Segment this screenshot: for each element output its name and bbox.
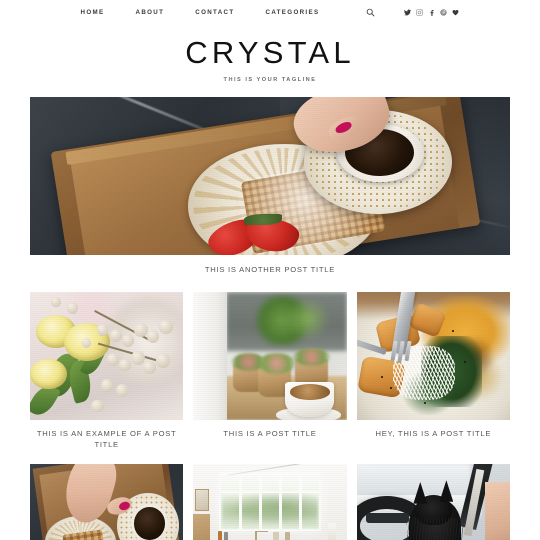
site-header: CRYSTAL THIS IS YOUR TAGLINE bbox=[0, 22, 540, 84]
facebook-icon[interactable] bbox=[428, 9, 435, 16]
sesame-seed bbox=[463, 361, 466, 363]
hero-post-image[interactable] bbox=[30, 97, 510, 255]
nav-link-categories[interactable]: CATEGORIES bbox=[266, 8, 320, 18]
latte-surface bbox=[289, 384, 330, 400]
cork-board bbox=[193, 514, 211, 540]
counter-item-1 bbox=[217, 530, 223, 540]
post-card-1[interactable]: THIS IS AN EXAMPLE OF A POST TITLE bbox=[30, 292, 184, 450]
post-4-image[interactable] bbox=[30, 464, 184, 540]
post-card-3[interactable]: HEY, THIS IS A POST TITLE bbox=[356, 292, 510, 450]
sesame-seed bbox=[451, 330, 454, 333]
framed-picture bbox=[194, 489, 209, 511]
pussy-willow-catkins bbox=[30, 292, 183, 420]
post-1-image[interactable] bbox=[30, 292, 184, 420]
counter-item-3 bbox=[273, 532, 280, 540]
top-navigation-bar: HOME ABOUT CONTACT CATEGORIES bbox=[0, 0, 540, 22]
social-links bbox=[404, 9, 459, 16]
bloglovin-icon[interactable] bbox=[452, 9, 459, 16]
hero-post-title[interactable]: THIS IS ANOTHER POST TITLE bbox=[30, 264, 510, 275]
post-card-4[interactable] bbox=[30, 464, 184, 540]
search-icon[interactable] bbox=[364, 7, 376, 19]
blog-page: HOME ABOUT CONTACT CATEGORIES CRYSTAL TH… bbox=[0, 0, 540, 540]
post-card-2[interactable]: THIS IS A POST TITLE bbox=[193, 292, 347, 450]
twitter-icon[interactable] bbox=[404, 9, 412, 16]
nav-link-about[interactable]: ABOUT bbox=[136, 8, 165, 18]
nav-link-home[interactable]: HOME bbox=[81, 8, 105, 18]
post-card-6[interactable] bbox=[356, 464, 510, 540]
post-5-image[interactable] bbox=[193, 464, 347, 540]
black-coffee bbox=[134, 507, 165, 540]
sheer-curtain bbox=[193, 292, 228, 420]
post-2-image[interactable] bbox=[193, 292, 347, 420]
steering-wheel-spoke bbox=[365, 512, 409, 524]
succulent-3 bbox=[292, 348, 330, 367]
person-arm bbox=[485, 482, 510, 540]
site-title[interactable]: CRYSTAL bbox=[0, 36, 540, 70]
nav-link-contact[interactable]: CONTACT bbox=[195, 8, 234, 18]
post-2-title[interactable]: THIS IS A POST TITLE bbox=[193, 428, 346, 439]
pinterest-icon[interactable] bbox=[440, 9, 448, 16]
post-1-title[interactable]: THIS IS AN EXAMPLE OF A POST TITLE bbox=[30, 428, 183, 450]
post-3-title[interactable]: HEY, THIS IS A POST TITLE bbox=[357, 428, 510, 439]
primary-menu: HOME ABOUT CONTACT CATEGORIES bbox=[81, 8, 320, 18]
succulent-2 bbox=[257, 353, 295, 374]
post-6-image[interactable] bbox=[356, 464, 510, 540]
window-frame bbox=[218, 471, 322, 531]
sesame-seed bbox=[424, 402, 426, 404]
counter-item-4 bbox=[285, 531, 290, 540]
counter-item-2 bbox=[223, 532, 228, 540]
post-grid-row-1: THIS IS AN EXAMPLE OF A POST TITLE THIS … bbox=[30, 292, 510, 450]
post-feed: THIS IS ANOTHER POST TITLE THIS IS AN EX… bbox=[0, 97, 540, 540]
hero-post[interactable]: THIS IS ANOTHER POST TITLE bbox=[30, 97, 510, 275]
faucet-spout bbox=[254, 530, 269, 533]
post-3-image[interactable] bbox=[356, 292, 510, 420]
strawberry-leaf bbox=[243, 213, 282, 225]
dog-fur-texture bbox=[405, 518, 464, 540]
hanging-towel bbox=[328, 523, 336, 540]
site-tagline: THIS IS YOUR TAGLINE bbox=[223, 77, 317, 83]
nav-right-group bbox=[364, 7, 459, 19]
instagram-icon[interactable] bbox=[416, 9, 424, 16]
post-card-5[interactable] bbox=[193, 464, 347, 540]
green-plant-2 bbox=[285, 299, 332, 339]
post-grid-row-2 bbox=[30, 464, 510, 540]
